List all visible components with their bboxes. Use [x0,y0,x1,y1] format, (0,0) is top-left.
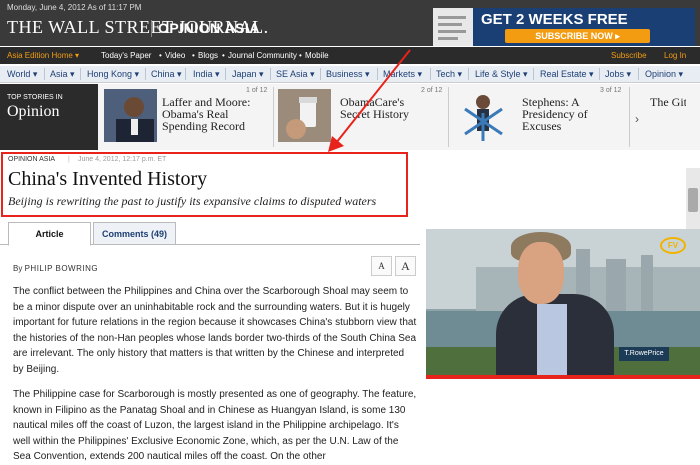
story-thumbnail[interactable] [278,89,331,142]
masthead: Monday, June 4, 2012 As of 11:17 PM THE … [0,0,700,46]
nav-divider [44,68,45,80]
top-stories-label-big: Opinion [7,103,60,120]
story-divider [448,87,449,147]
video-speaker-head [518,242,564,304]
top-stories-carousel: TOP STORIES IN Opinion Laffer and Moore:… [0,84,700,234]
byline-by: By [13,264,23,273]
nav-jobs[interactable]: Jobs ▾ [605,69,631,80]
ad-title: GET 2 WEEKS FREE [481,11,628,28]
tab-article[interactable]: Article [8,222,91,246]
nav-mobile[interactable]: Mobile [305,51,329,60]
video-building [641,255,653,311]
story-card[interactable]: Laffer and Moore: Obama's Real Spending … [100,84,272,150]
story-card[interactable]: › The Git [631,84,686,150]
nav-divider [320,68,321,80]
decrease-font-button[interactable]: A [371,256,392,276]
nav-tech[interactable]: Tech ▾ [436,69,462,80]
nav-se-asia[interactable]: SE Asia ▾ [276,69,315,80]
story-card[interactable]: Stephens: A Presidency of Excuses 3 of 1… [450,84,622,150]
nav-journal-community[interactable]: Journal Community [228,51,297,60]
nav-india[interactable]: India ▾ [193,69,220,80]
nav-world[interactable]: World ▾ [7,69,37,80]
story-count: 2 of 12 [421,87,443,94]
story-thumbnail[interactable] [457,89,510,142]
subscribe-ad[interactable]: GET 2 WEEKS FREE SUBSCRIBE NOW ▸ [433,8,695,46]
nav-divider [377,68,378,80]
subscribe-now-button[interactable]: SUBSCRIBE NOW ▸ [505,29,650,43]
carousel-next-icon[interactable]: › [635,112,639,126]
video-channel-logo: FV [660,237,686,254]
story-divider [273,87,274,147]
video-speaker-shirt [537,304,567,379]
nav-divider [599,68,600,80]
top-stories-label-small: TOP STORIES IN [7,94,63,101]
story-title[interactable]: Stephens: A Presidency of Excuses [522,96,607,132]
nav-todays-paper[interactable]: Today's Paper [101,51,151,60]
subscribe-link[interactable]: Subscribe [611,51,647,60]
video-progress-bar[interactable] [426,375,700,379]
pill-bottle-icon [278,89,331,142]
nav-divider [468,68,469,80]
masthead-divider [151,20,152,37]
author-link[interactable]: PHILIP BOWRING [25,264,99,273]
story-title[interactable]: Laffer and Moore: Obama's Real Spending … [162,96,262,132]
headline-highlight-box [1,152,408,217]
nav-divider [638,68,639,80]
masthead-date: Monday, June 4, 2012 As of 11:17 PM [7,3,142,12]
section-nav: World ▾ Asia ▾ Hong Kong ▾ China ▾ India… [0,66,700,83]
story-title[interactable]: The Git [650,96,686,108]
nav-china[interactable]: China ▾ [151,69,182,80]
nav-blogs[interactable]: Blogs [198,51,218,60]
nav-life-style[interactable]: Life & Style ▾ [475,69,528,80]
nav-japan[interactable]: Japan ▾ [232,69,264,80]
nav-divider [225,68,226,80]
story-thumbnail[interactable] [104,89,157,142]
login-link[interactable]: Log In [664,51,686,60]
nav-divider [533,68,534,80]
article-paragraph: The conflict between the Philippines and… [13,286,417,375]
nav-divider [185,68,186,80]
nav-separator: • [192,51,195,60]
top-stories-label: TOP STORIES IN Opinion [0,84,98,150]
video-player[interactable]: FV T.RowePrice [426,229,700,379]
story-count: 3 of 12 [600,87,622,94]
story-divider [629,87,630,147]
nav-video[interactable]: Video [165,51,185,60]
newspaper-icon [433,8,473,46]
nav-opinion[interactable]: Opinion ▾ [645,69,683,80]
byline: By PHILIP BOWRING [13,264,98,273]
nav-divider [80,68,81,80]
cartoon-figure-icon [457,89,510,142]
article-paragraph: The Philippine case for Scarborough is m… [13,389,417,462]
edition-menu[interactable]: Asia Edition Home ▾ [7,51,79,60]
tab-comments[interactable]: Comments (49) [93,222,176,245]
nav-divider [430,68,431,80]
article-tabs: Article Comments (49) [0,218,420,246]
story-card[interactable]: ObamaCare's Secret History 2 of 12 [275,84,447,150]
nav-hong-kong[interactable]: Hong Kong ▾ [87,69,139,80]
nav-divider [270,68,271,80]
section-title[interactable]: OPINION ASIA [158,20,260,36]
video-building [606,259,626,311]
top-nav: Asia Edition Home ▾ Today's Paper • Vide… [0,47,700,64]
nav-real-estate[interactable]: Real Estate ▾ [540,69,594,80]
nav-separator: • [159,51,162,60]
nav-business[interactable]: Business ▾ [326,69,370,80]
nav-divider [145,68,146,80]
increase-font-button[interactable]: A [395,256,416,276]
nav-markets[interactable]: Markets ▾ [383,69,422,80]
nav-separator: • [222,51,225,60]
person-image-icon [104,89,157,142]
story-title[interactable]: ObamaCare's Secret History [340,96,425,120]
nav-separator: • [299,51,302,60]
video-sponsor-logo: T.RowePrice [619,347,669,361]
nav-asia[interactable]: Asia ▾ [50,69,75,80]
story-count: 1 of 12 [246,87,268,94]
